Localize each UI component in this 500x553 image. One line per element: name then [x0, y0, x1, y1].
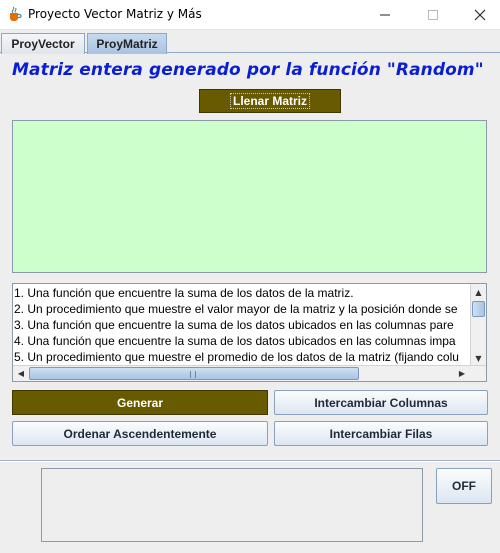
scroll-right-icon[interactable]: ▶ — [454, 366, 470, 381]
list-item: 1. Una función que encuentre la suma de … — [14, 286, 354, 300]
list-item: 4. Una función que encuentre la suma de … — [14, 334, 456, 348]
minimize-button[interactable] — [362, 0, 408, 30]
scroll-corner — [470, 366, 486, 381]
close-icon — [474, 9, 486, 21]
output-text-area[interactable] — [41, 468, 423, 542]
close-button[interactable] — [457, 0, 500, 30]
vertical-scroll-thumb[interactable] — [472, 301, 485, 317]
horizontal-scrollbar[interactable]: ◀ ▶ — [13, 365, 486, 381]
list-item: 3. Una función que encuentre la suma de … — [14, 318, 454, 332]
swap-rows-button[interactable]: Intercambiar Filas — [274, 421, 488, 446]
scroll-up-icon[interactable]: ▲ — [471, 284, 486, 300]
scroll-down-icon[interactable]: ▼ — [471, 350, 486, 366]
page-heading: Matriz entera generado por la función "R… — [12, 60, 484, 80]
off-button[interactable]: OFF — [436, 468, 492, 504]
tab-strip: ProyVector ProyMatriz — [0, 31, 500, 54]
maximize-button[interactable] — [410, 0, 456, 30]
task-list-pane[interactable]: 1. Una función que encuentre la suma de … — [12, 283, 487, 382]
maximize-icon — [428, 10, 438, 20]
scroll-left-icon[interactable]: ◀ — [13, 366, 29, 381]
task-list: 1. Una función que encuentre la suma de … — [14, 285, 472, 365]
horizontal-scroll-thumb[interactable] — [29, 367, 359, 380]
fill-matrix-button[interactable]: Llenar Matriz — [199, 89, 341, 113]
minimize-icon — [380, 14, 390, 16]
java-cup-icon — [10, 6, 22, 21]
title-bar: Proyecto Vector Matriz y Más — [0, 0, 500, 30]
grip-icon — [190, 371, 196, 378]
list-item: 2. Un procedimiento que muestre el valor… — [14, 302, 458, 316]
tab-proyvector[interactable]: ProyVector — [1, 33, 85, 54]
swap-columns-button[interactable]: Intercambiar Columnas — [274, 390, 488, 415]
matrix-display-area[interactable] — [12, 120, 487, 273]
generate-button[interactable]: Generar — [12, 390, 268, 415]
tab-proymatriz[interactable]: ProyMatriz — [87, 33, 167, 54]
fill-matrix-label: Llenar Matriz — [229, 93, 310, 109]
sort-ascending-button[interactable]: Ordenar Ascendentemente — [12, 421, 268, 446]
list-item: 5. Un procedimiento que muestre el prome… — [14, 350, 459, 364]
vertical-scrollbar[interactable]: ▲ ▼ — [470, 284, 486, 366]
window-title: Proyecto Vector Matriz y Más — [28, 7, 202, 21]
separator — [0, 460, 500, 462]
